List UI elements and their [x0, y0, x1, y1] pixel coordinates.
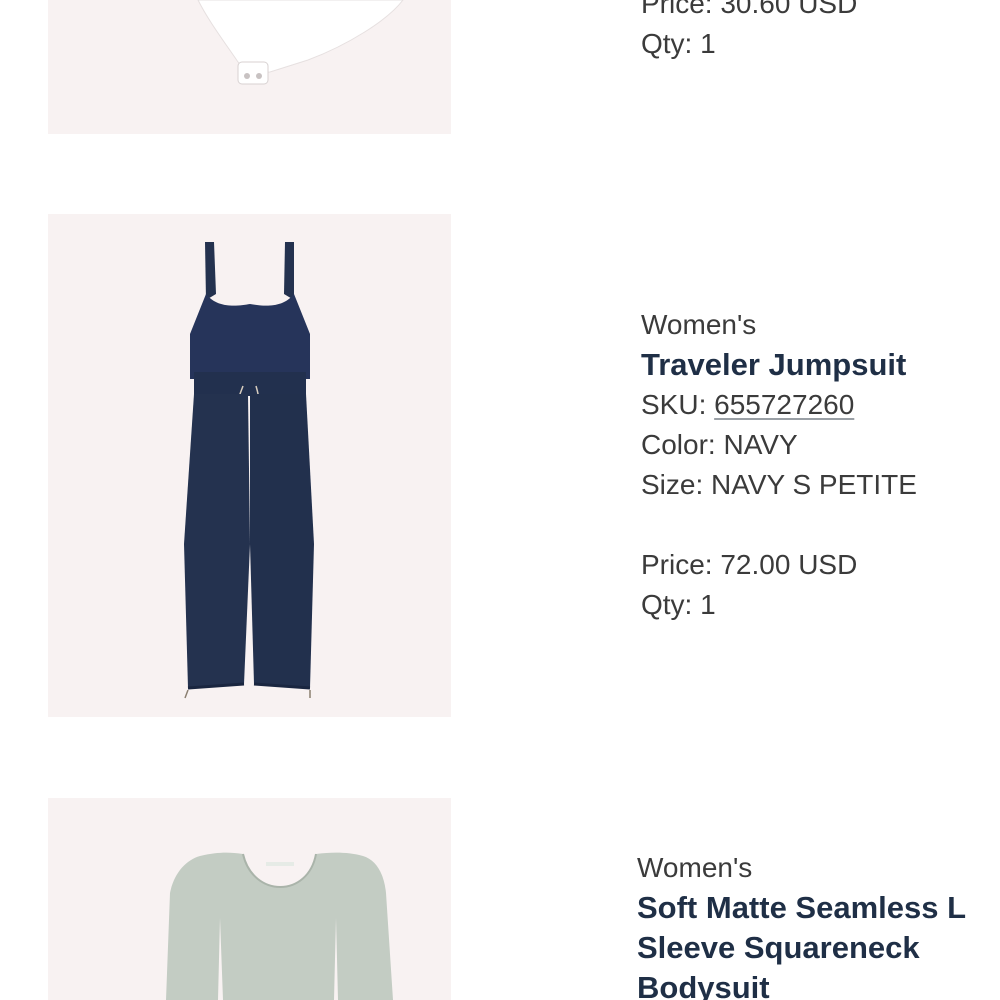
- item-qty: Qty: 1: [641, 28, 716, 59]
- white-bodysuit-image: [197, 0, 404, 85]
- product-image-bodysuit-white[interactable]: [48, 0, 451, 134]
- item-price: Price: 72.00 USD: [641, 549, 858, 580]
- item-name-link[interactable]: Traveler Jumpsuit: [641, 345, 917, 385]
- item-size: Size: NAVY S PETITE: [641, 469, 917, 500]
- order-items-list: Price: 30.60 USD Qty: 1 Women's Traveler…: [0, 0, 1000, 1000]
- item-category: Women's: [637, 852, 753, 883]
- item-qty: Qty: 1: [641, 589, 716, 620]
- item-name-line-2[interactable]: Sleeve Squareneck: [637, 928, 966, 968]
- item-3-details: Women's Soft Matte Seamless L Sleeve Squ…: [637, 848, 966, 1000]
- item-price: Price: 30.60 USD: [641, 0, 858, 19]
- item-2-details: Women's Traveler Jumpsuit SKU: 655727260…: [641, 305, 917, 625]
- item-sku: SKU: 655727260: [641, 385, 917, 425]
- item-name-line-3[interactable]: Bodysuit: [637, 968, 966, 1000]
- sku-label: SKU:: [641, 389, 715, 420]
- item-category: Women's: [641, 309, 757, 340]
- item-name-line-1[interactable]: Soft Matte Seamless L: [637, 888, 966, 928]
- product-image-squareneck-bodysuit[interactable]: [48, 798, 451, 1000]
- sage-bodysuit-image: [166, 852, 393, 1000]
- item-color: Color: NAVY: [641, 429, 798, 460]
- item-1-details: Price: 30.60 USD Qty: 1: [641, 0, 857, 64]
- sku-value-link[interactable]: 655727260: [714, 389, 854, 420]
- product-image-traveler-jumpsuit[interactable]: [48, 214, 451, 717]
- navy-jumpsuit-image: [184, 242, 314, 699]
